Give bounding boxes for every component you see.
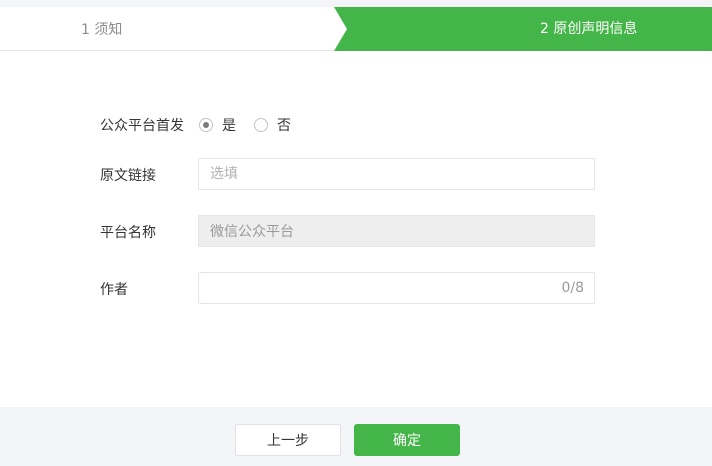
author-row: 作者 0/8: [0, 272, 712, 304]
author-label: 作者: [100, 282, 128, 298]
platform-name-input: [199, 216, 594, 246]
author-char-counter: 0/8: [561, 280, 584, 296]
step-notice: 1 须知: [0, 7, 350, 51]
radio-checked-icon[interactable]: [199, 118, 213, 132]
confirm-button[interactable]: 确定: [354, 424, 460, 456]
step-original-info-label: 2 原创声明信息: [540, 21, 638, 37]
original-declaration-dialog: 1 须知 2 原创声明信息 公众平台首发 是 否 原文链接 平台名称: [0, 0, 712, 466]
first-publish-no-label: 否: [277, 118, 291, 134]
first-publish-row: 公众平台首发 是 否: [0, 109, 712, 139]
platform-name-row: 平台名称: [0, 215, 712, 247]
dialog-footer: 上一步 确定: [0, 407, 712, 466]
previous-step-button[interactable]: 上一步: [235, 424, 341, 456]
source-link-label: 原文链接: [100, 168, 156, 184]
author-field[interactable]: 0/8: [198, 272, 595, 304]
radio-unchecked-icon[interactable]: [254, 118, 268, 132]
source-link-row: 原文链接: [0, 158, 712, 190]
first-publish-yes-label: 是: [222, 118, 236, 134]
source-link-field[interactable]: [198, 158, 595, 190]
step-indicator: 1 须知 2 原创声明信息: [0, 7, 712, 51]
first-publish-no-radio[interactable]: 否: [254, 115, 291, 135]
platform-name-field: [198, 215, 595, 247]
first-publish-yes-radio[interactable]: 是: [199, 115, 236, 135]
author-input[interactable]: [199, 273, 594, 303]
first-publish-label: 公众平台首发: [100, 118, 184, 134]
platform-name-label: 平台名称: [100, 225, 156, 241]
step-notice-label: 1 须知: [81, 22, 123, 38]
source-link-input[interactable]: [199, 159, 594, 189]
top-strip: [0, 0, 712, 7]
